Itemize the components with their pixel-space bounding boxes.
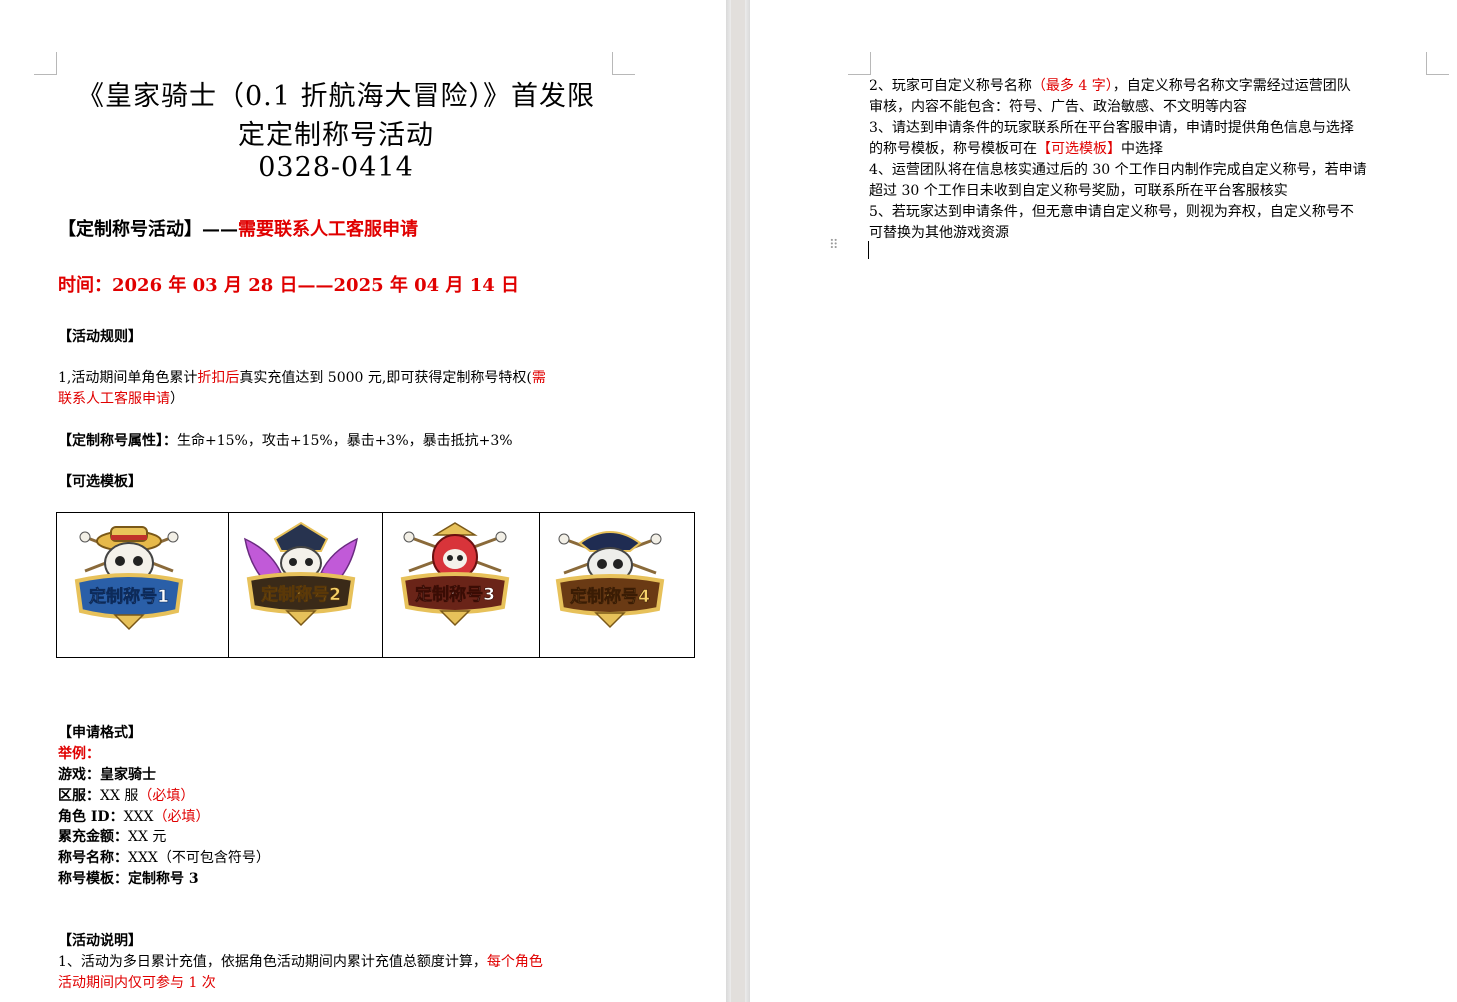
template-cell-4: 定制称号4 xyxy=(539,512,695,658)
format-server-value: XX 服 xyxy=(100,788,139,804)
attributes-value: 生命+15%，攻击+15%，暴击+3%，暴击抵抗+3% xyxy=(177,433,513,449)
activity-heading-highlight: 需要联系人工客服申请 xyxy=(238,219,418,240)
format-recharge: 累充金额：XX 元 xyxy=(58,826,166,846)
title-line-2: 定定制称号活动 xyxy=(238,120,434,151)
rule-1-text-a: 1,活动期间单角色累计 xyxy=(58,370,198,386)
item-2-text-b: ，自定义称号名称文字需经过运营团队 xyxy=(1112,78,1351,94)
item-5-line-2: 可替换为其他游戏资源 xyxy=(869,225,1009,241)
template-3-label: 定制称号3 xyxy=(415,584,495,605)
format-recharge-value: XX 元 xyxy=(128,829,167,845)
red-skull-badge-icon: 定制称号3 xyxy=(400,522,510,627)
format-server: 区服：XX 服（必填） xyxy=(58,785,194,805)
rule-1-discount: 折扣后 xyxy=(197,370,240,386)
item-3-line-2: 的称号模板，称号模板可在【可选模板】中选择 xyxy=(869,138,1163,158)
item-2-text-a: 2、玩家可自定义称号名称 xyxy=(869,78,1032,94)
item-4-line-1: 4、运营团队将在信息核实通过后的 30 个工作日内制作完成自定义称号，若申请 xyxy=(869,162,1367,178)
rule-1-line-1: 1,活动期间单角色累计折扣后真实充值达到 5000 元,即可获得定制称号特权(需 xyxy=(58,367,546,387)
drag-handle-icon[interactable]: ⠿ xyxy=(829,239,841,252)
item-3-text-a: 的称号模板，称号模板可在 xyxy=(869,141,1037,157)
item-3-text-b: 中选择 xyxy=(1121,141,1163,157)
title-attributes: 【定制称号属性】：生命+15%，攻击+15%，暴击+3%，暴击抵抗+3% xyxy=(58,430,513,450)
rule-1-text-c: 需 xyxy=(531,370,546,386)
item-3-line-1: 3、请达到申请条件的玩家联系所在平台客服申请，申请时提供角色信息与选择 xyxy=(869,120,1354,136)
rule-1-close: ） xyxy=(170,391,184,407)
winged-pirate-skull-badge-icon: 定制称号2 xyxy=(244,521,358,627)
item-5-line-1: 5、若玩家达到申请条件，但无意申请自定义称号，则视为弃权，自定义称号不 xyxy=(869,204,1354,220)
format-server-note: （必填） xyxy=(138,788,195,804)
format-server-label: 区服： xyxy=(58,788,100,804)
format-template-value: 定制称号 3 xyxy=(128,871,199,887)
format-heading: 【申请格式】 xyxy=(58,725,142,741)
rule-1-text-b: 真实充值达到 5000 元,即可获得定制称号特权( xyxy=(239,370,532,386)
format-role-label: 角色 ID： xyxy=(58,809,124,825)
template-cell-3: 定制称号3 xyxy=(382,512,540,658)
format-recharge-label: 累充金额： xyxy=(58,829,128,845)
text-cursor xyxy=(868,241,869,259)
item-2-line-1: 2、玩家可自定义称号名称（最多 4 字），自定义称号名称文字需经过运营团队 xyxy=(869,75,1351,95)
template-2-label: 定制称号2 xyxy=(261,584,341,605)
page-divider xyxy=(731,0,745,1002)
activity-heading: 【定制称号活动】——需要联系人工客服申请 xyxy=(58,215,418,241)
item-2-line-2: 审核，内容不能包含：符号、广告、政治敏感、不文明等内容 xyxy=(869,99,1247,115)
margin-mark-top-left xyxy=(848,52,871,75)
document-page-1[interactable]: 《皇家骑士（0.1 折航海大冒险）》首发限 定定制称号活动 0328-0414 … xyxy=(0,0,726,1002)
format-role-value: XXX xyxy=(123,809,154,825)
format-game: 游戏：皇家骑士 xyxy=(58,764,156,784)
margin-mark-top-left xyxy=(34,52,57,75)
notes-line-1: 1、活动为多日累计充值，依据角色活动期间内累计充值总额度计算，每个角色 xyxy=(58,951,543,971)
tricorn-skull-badge-icon: 定制称号4 xyxy=(555,531,665,629)
notes-line-2: 活动期间内仅可参与 1 次 xyxy=(58,975,216,991)
format-role-note: （必填） xyxy=(153,809,210,825)
template-cell-1: 定制称号1 xyxy=(56,512,229,658)
straw-hat-skull-badge-icon: 定制称号1 xyxy=(74,526,184,631)
margin-mark-top-right xyxy=(612,52,635,75)
notes-heading: 【活动说明】 xyxy=(58,933,142,949)
activity-time: 时间：2026 年 03 月 28 日——2025 年 04 月 14 日 xyxy=(58,275,520,296)
attributes-label: 【定制称号属性】： xyxy=(58,433,177,449)
title-line-3: 0328-0414 xyxy=(258,152,414,183)
item-2-limit: （最多 4 字） xyxy=(1031,78,1113,94)
title-line-1: 《皇家骑士（0.1 折航海大冒险）》首发限 xyxy=(76,81,596,112)
rule-1-contact: 联系人工客服申请 xyxy=(58,391,170,407)
format-game-label: 游戏： xyxy=(58,767,100,783)
format-example: 举例： xyxy=(58,746,100,762)
item-4-line-2: 超过 30 个工作日未收到自定义称号奖励，可联系所在平台客服核实 xyxy=(869,183,1288,199)
format-game-value: 皇家骑士 xyxy=(100,767,156,783)
rule-1-line-2: 联系人工客服申请） xyxy=(58,388,184,408)
margin-mark-top-right xyxy=(1426,52,1449,75)
activity-heading-prefix: 【定制称号活动】—— xyxy=(58,219,238,240)
format-title-name: 称号名称：XXX（不可包含符号） xyxy=(58,847,270,867)
template-cell-2: 定制称号2 xyxy=(228,512,383,658)
format-title-name-label: 称号名称： xyxy=(58,850,128,866)
format-title-name-value: XXX（不可包含符号） xyxy=(128,850,270,866)
templates-table: 定制称号1 定制称号2 定制称号3 定制称号4 xyxy=(56,512,695,658)
notes-line-1-text: 1、活动为多日累计充值，依据角色活动期间内累计充值总额度计算， xyxy=(58,954,487,970)
rules-heading: 【活动规则】 xyxy=(58,329,142,345)
format-role: 角色 ID：XXX（必填） xyxy=(58,806,209,826)
template-1-label: 定制称号1 xyxy=(89,586,169,607)
templates-heading: 【可选模板】 xyxy=(58,474,142,490)
template-4-label: 定制称号4 xyxy=(570,586,650,607)
item-3-templates-link: 【可选模板】 xyxy=(1037,141,1121,157)
notes-line-1-red: 每个角色 xyxy=(486,954,543,970)
format-template: 称号模板：定制称号 3 xyxy=(58,868,199,888)
format-template-label: 称号模板： xyxy=(58,871,128,887)
